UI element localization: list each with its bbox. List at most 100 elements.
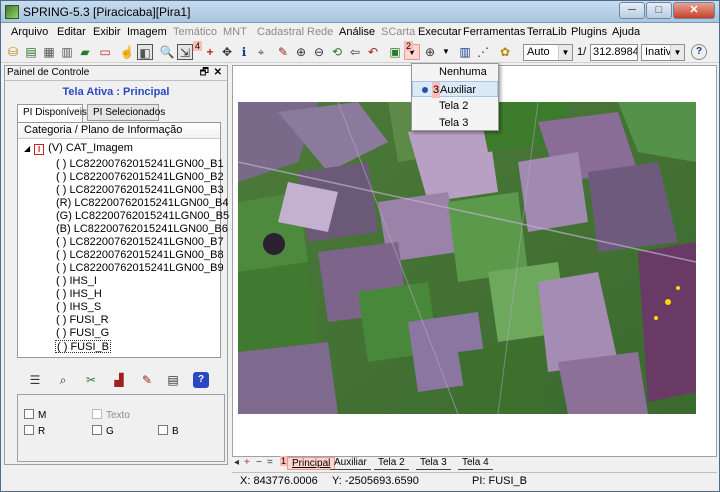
tab-pi-selecionados[interactable]: PI Selecionados [87, 104, 165, 121]
tree-item[interactable]: ( ) LC82200762015241LGN00_B7 [56, 236, 224, 249]
table-icon[interactable]: ▥ [59, 44, 75, 60]
zoom-out-icon[interactable]: ⊖ [311, 44, 327, 60]
menu-mnt[interactable]: MNT [223, 26, 247, 38]
undo-icon[interactable]: ↶ [365, 44, 381, 60]
query-icon[interactable]: ⌖ [253, 44, 269, 60]
tree-item[interactable]: ( ) IHS_H [56, 288, 102, 301]
menu-ferramentas[interactable]: Ferramentas [463, 26, 525, 38]
cursor-icon[interactable]: ☝ [119, 44, 135, 60]
state-select[interactable]: Inativa ▼ [641, 44, 685, 61]
checkbox-r[interactable]: R [24, 425, 45, 437]
properties-icon[interactable]: ▤ [165, 372, 181, 388]
tab-principal[interactable]: Principal [287, 457, 336, 470]
palette-icon[interactable]: ✿ [497, 44, 513, 60]
chart-icon[interactable]: ▥ [457, 44, 473, 60]
close-panel-icon[interactable]: ✕ [214, 66, 222, 80]
list-icon[interactable]: ☰ [27, 372, 43, 388]
tab-auxiliar[interactable]: Auxiliar [330, 457, 371, 470]
tree-item[interactable]: ( ) LC82200762015241LGN00_B3 [56, 184, 224, 197]
zoom-area-icon[interactable]: 🔍 [159, 44, 175, 60]
checkbox-box[interactable] [92, 425, 102, 435]
menu-ajuda[interactable]: Ajuda [612, 26, 640, 38]
menu-scarta[interactable]: SCarta [381, 26, 415, 38]
checkbox-texto[interactable]: Texto [92, 409, 130, 421]
tree-item[interactable]: ( ) LC82200762015241LGN00_B9 [56, 262, 224, 275]
display-icon[interactable]: ◧ [137, 44, 153, 60]
dropdown-item-auxiliar[interactable]: 3 Auxiliar [412, 81, 498, 98]
chevron-down-icon[interactable]: ▼ [438, 44, 454, 60]
rectangle-icon[interactable]: ▭ [97, 44, 113, 60]
checkbox-g[interactable]: G [92, 425, 114, 437]
close-button[interactable]: ✕ [673, 2, 715, 19]
checkbox-m[interactable]: M [24, 409, 46, 421]
checkbox-box[interactable] [158, 425, 168, 435]
zoom-mode-select[interactable]: Auto ▼ [523, 44, 573, 61]
tree-item[interactable]: ( ) LC82200762015241LGN00_B8 [56, 249, 224, 262]
menu-imagem[interactable]: Imagem [127, 26, 167, 38]
screen-link-icon[interactable]: ▣ [387, 44, 403, 60]
tree-root-category[interactable]: ◢ I (V) CAT_Imagem [24, 142, 133, 155]
float-panel-icon[interactable]: 🗗 [200, 66, 209, 80]
menu-terralib[interactable]: TerraLib [527, 26, 567, 38]
expand-icon[interactable]: ◢ [24, 144, 30, 153]
tree-item[interactable]: (G) LC82200762015241LGN00_B5 [56, 210, 229, 223]
remove-screen-icon[interactable]: − [256, 457, 262, 468]
tree-item[interactable]: ( ) LC82200762015241LGN00_B1 [56, 158, 224, 171]
project-icon[interactable]: ▤ [23, 44, 39, 60]
menu-exibir[interactable]: Exibir [93, 26, 121, 38]
tree-item[interactable]: ( ) LC82200762015241LGN00_B2 [56, 171, 224, 184]
minimize-button[interactable]: ─ [619, 2, 645, 19]
zoom-dropdown-icon[interactable]: ⊕ [422, 44, 438, 60]
checkbox-box[interactable] [24, 425, 34, 435]
maximize-button[interactable]: □ [646, 2, 672, 19]
database-icon[interactable]: ⛁ [5, 44, 21, 60]
tab-tela-3[interactable]: Tela 3 [416, 457, 451, 470]
pan-icon[interactable]: ✥ [219, 44, 235, 60]
tree-item[interactable]: ( ) FUSI_G [56, 327, 109, 340]
tab-tela-2[interactable]: Tela 2 [374, 457, 409, 470]
grid-icon[interactable]: ▦ [41, 44, 57, 60]
pencil-icon[interactable]: ✎ [275, 44, 291, 60]
tree-item-selected[interactable]: ( ) FUSI_B [55, 340, 111, 353]
menu-editar[interactable]: Editar [57, 26, 86, 38]
dropdown-item-tela-3[interactable]: Tela 3 [412, 115, 498, 131]
tab-scroll-left-icon[interactable]: ◂ [234, 457, 239, 468]
add-screen-icon[interactable]: + [244, 457, 250, 468]
tree-item[interactable]: ( ) IHS_I [56, 275, 97, 288]
menu-arquivo[interactable]: Arquivo [11, 26, 48, 38]
lasso-icon[interactable]: ⟲ [329, 44, 345, 60]
back-icon[interactable]: ⇦ [347, 44, 363, 60]
zoom-in-icon[interactable]: ⊕ [293, 44, 309, 60]
tools-icon[interactable]: ✂ [83, 372, 99, 388]
tree-item[interactable]: (R) LC82200762015241LGN00_B4 [56, 197, 228, 210]
bar-chart-icon[interactable]: ▟ [111, 372, 127, 388]
info-icon[interactable]: ℹ [236, 44, 252, 60]
magnify-icon[interactable]: ⌕ [55, 372, 71, 388]
satellite-image[interactable] [238, 102, 696, 414]
dropdown-item-tela-2[interactable]: Tela 2 [412, 98, 498, 114]
help-icon[interactable]: ? [193, 372, 209, 388]
tree-item[interactable]: ( ) FUSI_R [56, 314, 109, 327]
menu-analise[interactable]: Análise [339, 26, 375, 38]
menu-rede[interactable]: Rede [307, 26, 333, 38]
screen-menu-icon[interactable]: = [267, 457, 273, 468]
tree-item[interactable]: (B) LC82200762015241LGN00_B6 [56, 223, 228, 236]
tab-pi-disponiveis[interactable]: PI Disponíveis [17, 104, 87, 123]
eraser-icon[interactable]: ▰ [77, 44, 93, 60]
checkbox-b[interactable]: B [158, 425, 179, 437]
help-button[interactable]: ? [691, 44, 707, 60]
menu-cadastral[interactable]: Cadastral [257, 26, 304, 38]
tree-item[interactable]: ( ) IHS_S [56, 301, 101, 314]
menu-executar[interactable]: Executar [418, 26, 461, 38]
draw-tool-icon[interactable]: ⇲ [177, 44, 193, 60]
menu-tematico[interactable]: Temático [173, 26, 217, 38]
menu-plugins[interactable]: Plugins [571, 26, 607, 38]
select-points-icon[interactable]: ⋰ [475, 44, 491, 60]
dropdown-item-nenhuma[interactable]: Nenhuma [412, 64, 498, 80]
checkbox-box[interactable] [24, 409, 34, 419]
checkbox-box[interactable] [92, 409, 102, 419]
add-point-icon[interactable]: + [202, 44, 218, 60]
edit-icon[interactable]: ✎ [139, 372, 155, 388]
scale-input[interactable]: 312.898438 [590, 44, 638, 61]
tab-tela-4[interactable]: Tela 4 [458, 457, 493, 470]
